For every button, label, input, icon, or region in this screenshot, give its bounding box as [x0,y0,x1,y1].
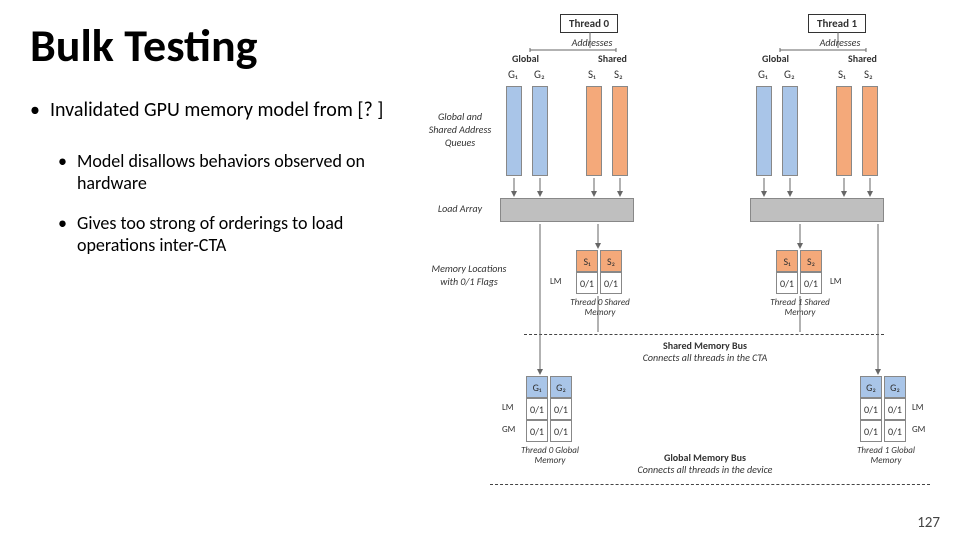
queue-g1-1 [756,86,772,176]
gm-g1-0: G₁ [526,376,548,398]
page-number: 127 [917,514,940,532]
shm-f1-1: 0/1 [776,272,798,294]
dash-shared [524,334,884,335]
load-array-0 [500,198,634,222]
gm-bus: Global Memory Bus Connects all threads i… [620,452,790,476]
shm-f2-0: 0/1 [600,272,622,294]
col-g1-0: G₁ [508,68,518,81]
global-0: Global [512,52,539,65]
gm-f1-0: 0/1 [526,398,548,420]
gm-g1: GM [912,424,925,435]
gm-g2-1: G₂ [884,376,906,398]
gm-f1-1: 0/1 [860,398,882,420]
shm-s1-1: S₁ [776,250,798,272]
lm-1-right: LM [830,276,841,287]
bullet-1: •Invalidated GPU memory model from [? ] [30,98,410,122]
gm-g1-1: G₂ [860,376,882,398]
queue-g1-0 [506,86,522,176]
lm-0-left: LM [550,276,561,287]
gm-f3-1: 0/1 [860,420,882,442]
shm-bus: Shared Memory Bus Connects all threads i… [620,340,790,364]
gm-f4-1: 0/1 [884,420,906,442]
gm-g2-0: G₂ [550,376,572,398]
shm-s2-0: S₂ [600,250,622,272]
shm-t0-label: Thread 0 Shared Memory [560,298,640,318]
load-array-1 [750,198,884,222]
queue-g2-0 [532,86,548,176]
thread-1-label: Thread 1 [808,14,866,33]
gm-f2-1: 0/1 [884,398,906,420]
dash-global [490,484,930,485]
col-s2-1: S₂ [864,68,873,81]
global-1: Global [762,52,789,65]
col-s1-0: S₁ [588,68,596,81]
addresses-label-0: Addresses [562,36,622,49]
gm-f2-0: 0/1 [550,398,572,420]
col-s1-1: S₁ [838,68,846,81]
gm-t0-label: Thread 0 Global Memory [510,446,590,466]
gm-f4-0: 0/1 [550,420,572,442]
shm-s1-0: S₁ [576,250,598,272]
shared-1: Shared [848,52,877,65]
queue-s2-0 [612,86,628,176]
col-g2-0: G₂ [534,68,545,81]
queue-s1-0 [586,86,602,176]
load-array-label: Load Array [428,202,492,215]
queue-s1-1 [836,86,852,176]
shm-t1-label: Thread 1 Shared Memory [760,298,840,318]
shm-f2-1: 0/1 [800,272,822,294]
page-title: Bulk Testing [30,18,930,74]
bullet-2a: •Model disallows behaviors observed on h… [58,150,410,194]
col-g2-1: G₂ [784,68,795,81]
queue-g2-1 [782,86,798,176]
col-g1-1: G₁ [758,68,768,81]
bullet-list: •Invalidated GPU memory model from [? ] … [30,98,410,256]
queues-label: Global and Shared Address Queues [428,110,492,149]
shm-f1-0: 0/1 [576,272,598,294]
gm-f3-0: 0/1 [526,420,548,442]
shared-0: Shared [598,52,627,65]
lm-g0: LM [502,402,513,413]
gm-t1-label: Thread 1 Global Memory [846,446,926,466]
bullet-2b: •Gives too strong of orderings to load o… [58,212,410,256]
gm-g0: GM [502,424,515,435]
addresses-label-1: Addresses [810,36,870,49]
memloc-label: Memory Locations with 0/1 Flags [424,262,514,288]
lm-g1: LM [912,402,923,413]
shm-s2-1: S₂ [800,250,822,272]
thread-0-label: Thread 0 [560,14,618,33]
queue-s2-1 [862,86,878,176]
col-s2-0: S₂ [614,68,623,81]
